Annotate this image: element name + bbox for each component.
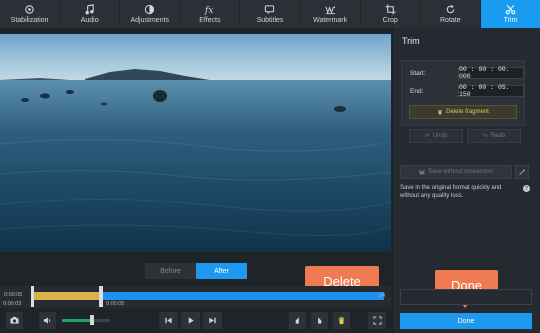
save-without-conversion-button[interactable]: Save without conversion — [400, 165, 512, 179]
timeline-time-left: 0:00:05 — [4, 292, 23, 298]
mark-out-icon — [318, 317, 322, 324]
before-after-toggle: Before After — [145, 263, 247, 279]
crop-icon — [385, 4, 396, 15]
floppy-icon — [419, 169, 425, 175]
start-label: Start: — [410, 70, 426, 77]
volume-button[interactable] — [39, 312, 56, 329]
tool-label: Audio — [80, 17, 99, 24]
tool-trim[interactable]: Trim — [480, 0, 540, 28]
subtitles-icon — [265, 5, 275, 15]
play-icon — [188, 317, 194, 324]
end-time-field[interactable]: 00 : 00 : 05. 150 — [458, 84, 524, 98]
tool-label: Crop — [382, 17, 398, 24]
trash-icon — [438, 110, 442, 115]
tool-label: Stabilization — [10, 17, 49, 24]
tool-watermark[interactable]: Watermark — [301, 0, 361, 28]
volume-slider-knob[interactable] — [90, 315, 94, 325]
delete-fragment-label: Delete fragment — [446, 109, 489, 115]
playback-controls — [0, 308, 391, 333]
next-frame-button[interactable] — [203, 312, 222, 329]
tool-stabilization[interactable]: Stabilization — [0, 0, 61, 28]
tool-subtitles[interactable]: Subtitles — [240, 0, 301, 28]
mark-out-button[interactable] — [311, 312, 328, 329]
tool-label: Adjustments — [130, 17, 170, 24]
tool-effects[interactable]: fx Effects — [180, 0, 241, 28]
selected-fragment[interactable] — [32, 292, 101, 300]
tool-crop[interactable]: Crop — [361, 0, 421, 28]
watermark-icon — [325, 6, 335, 15]
end-label: End: — [410, 88, 424, 95]
mark-in-button[interactable] — [289, 312, 306, 329]
tool-rotate[interactable]: Rotate — [421, 0, 481, 28]
rotate-icon — [446, 4, 455, 14]
timeline[interactable]: 0:00:05 0:00:03 0:00:05 24 — [0, 286, 391, 308]
speaker-icon — [43, 317, 51, 324]
undo-label: Undo — [432, 133, 448, 139]
redo-icon: ↷ — [482, 133, 488, 140]
timeline-end-time: 24 — [379, 293, 386, 299]
adjustments-icon — [145, 4, 155, 15]
playhead-handle[interactable] — [99, 286, 103, 307]
magic-wand-button[interactable] — [515, 165, 529, 179]
tool-toolbar: Stabilization Audio Adjustments fx Effec… — [0, 0, 540, 28]
previous-icon — [165, 317, 172, 324]
output-bar — [400, 289, 532, 305]
fullscreen-button[interactable] — [368, 312, 386, 329]
fullscreen-icon — [372, 316, 382, 325]
music-note-icon — [85, 4, 94, 15]
panel-title: Trim — [402, 36, 420, 46]
camera-icon — [10, 316, 19, 324]
fragment-start-handle[interactable] — [31, 286, 34, 307]
timeline-time-bottom-left: 0:00:03 — [3, 301, 22, 307]
help-icon[interactable]: ? — [523, 185, 530, 192]
tool-label: Rotate — [440, 17, 461, 24]
start-time-field[interactable]: 00 : 00 : 00. 000 — [458, 66, 524, 80]
trash-icon — [338, 316, 345, 325]
tool-label: Subtitles — [256, 17, 284, 24]
delete-fragment-button[interactable]: Delete fragment — [409, 105, 517, 119]
tool-label: Effects — [199, 17, 221, 24]
next-icon — [209, 317, 216, 324]
save-description: Save in the original format quickly and … — [400, 185, 502, 199]
save-without-conversion-label: Save without conversion — [427, 169, 494, 175]
tool-adjustments[interactable]: Adjustments — [120, 0, 181, 28]
done-button[interactable]: Done — [400, 313, 532, 329]
magic-wand-icon — [519, 168, 526, 176]
video-editor-window: Stabilization Audio Adjustments fx Effec… — [0, 0, 540, 333]
redo-label: Redo — [490, 133, 506, 139]
tool-audio[interactable]: Audio — [60, 0, 121, 28]
redo-button[interactable]: ↷ Redo — [467, 129, 521, 143]
trim-panel: Trim Start: 00 : 00 : 00. 000 End: 00 : … — [392, 28, 540, 333]
after-button[interactable]: After — [196, 263, 247, 279]
effects-fx-icon: fx — [204, 5, 214, 15]
volume-slider-fill — [62, 319, 92, 322]
mark-in-icon — [295, 317, 299, 324]
before-button[interactable]: Before — [145, 263, 196, 279]
scissors-icon — [505, 5, 516, 15]
delete-segment-button[interactable] — [333, 312, 350, 329]
play-button[interactable] — [181, 312, 200, 329]
timeline-playhead-time: 0:00:05 — [106, 301, 125, 307]
previous-frame-button[interactable] — [159, 312, 178, 329]
snapshot-button[interactable] — [6, 312, 23, 329]
tool-label: Watermark — [313, 17, 348, 24]
tool-label: Trim — [503, 17, 518, 24]
undo-button[interactable]: ↶ Undo — [409, 129, 463, 143]
undo-icon: ↶ — [424, 133, 430, 140]
stabilization-icon — [25, 5, 34, 14]
sea-landscape-image — [0, 34, 391, 252]
svg-text:fx: fx — [204, 5, 214, 15]
video-preview[interactable] — [0, 34, 391, 252]
